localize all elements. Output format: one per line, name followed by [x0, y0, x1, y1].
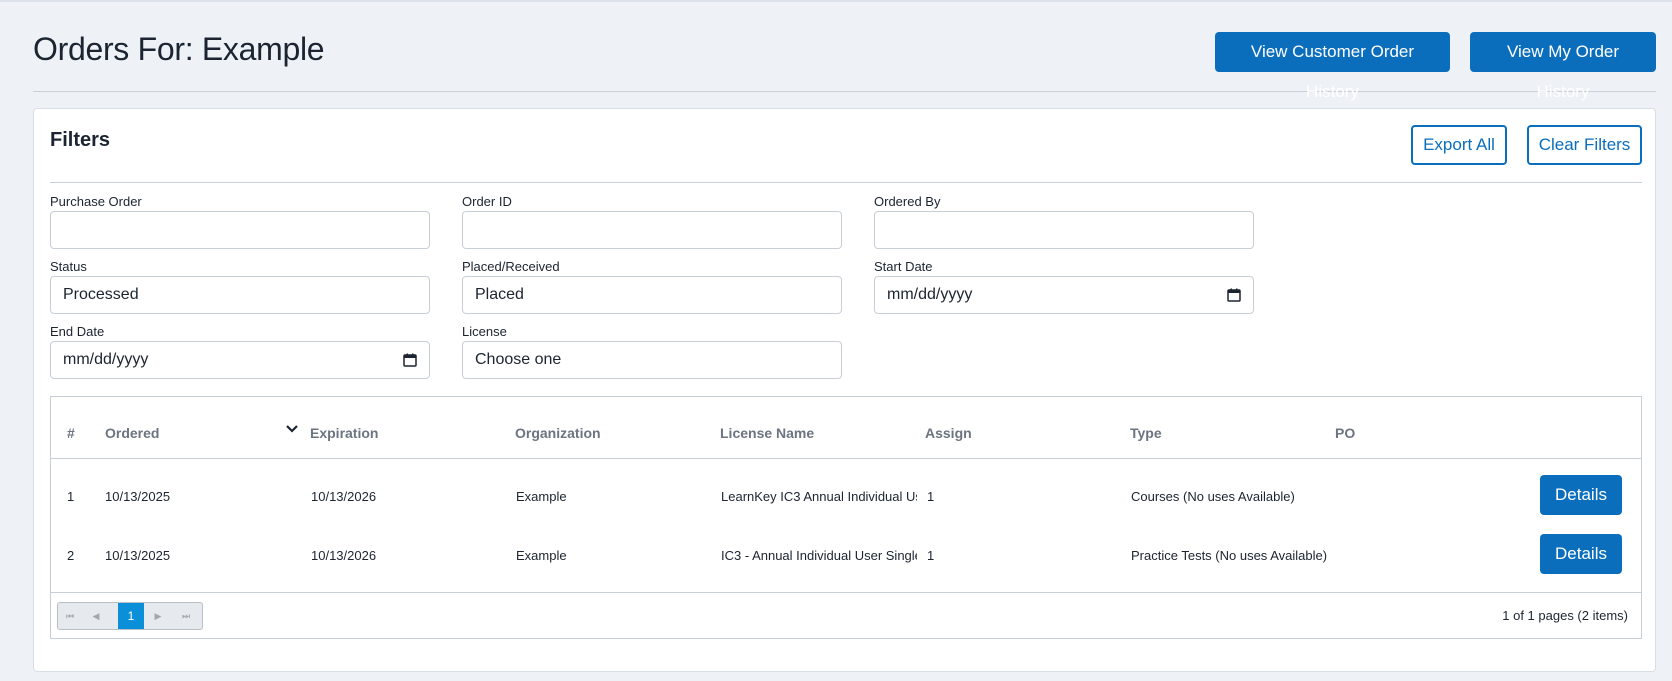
column-header-ordered[interactable]: Ordered	[105, 425, 159, 441]
last-page-icon[interactable]: ⏭	[174, 603, 198, 629]
order-id-label: Order ID	[462, 194, 512, 209]
placed-received-label: Placed/Received	[462, 259, 560, 274]
end-date-label: End Date	[50, 324, 105, 339]
page-number-current[interactable]: 1	[118, 603, 144, 629]
grid-footer: ⏮ ◀ 1 ▶ ⏭ 1 of 1 pages (2 items)	[51, 592, 1641, 638]
placed-received-select[interactable]: Placed	[462, 276, 842, 314]
next-page-icon[interactable]: ▶	[146, 603, 170, 629]
start-date-input[interactable]: mm/dd/yyyy	[874, 276, 1254, 314]
column-header-organization[interactable]: Organization	[515, 425, 601, 441]
status-label: Status	[50, 259, 87, 274]
license-value: Choose one	[475, 351, 562, 368]
filters-title: Filters	[50, 129, 111, 151]
status-value: Processed	[63, 286, 139, 303]
cell-license-name: IC3 - Annual Individual User Single	[721, 548, 917, 563]
cell-ordered: 10/13/2025	[105, 548, 171, 563]
license-select[interactable]: Choose one	[462, 341, 842, 379]
cell-license-name: LearnKey IC3 Annual Individual User Sing…	[721, 489, 917, 504]
first-page-icon[interactable]: ⏮	[58, 603, 82, 629]
grid-header: # Ordered Expiration Organization Licens…	[51, 397, 1641, 459]
cell-type: Practice Tests (No uses Available)	[1131, 548, 1328, 563]
column-header-license-name[interactable]: License Name	[720, 425, 814, 441]
ordered-by-input[interactable]	[874, 211, 1254, 249]
sort-descending-icon[interactable]	[285, 423, 299, 435]
calendar-icon[interactable]	[403, 353, 417, 367]
top-strip	[0, 0, 1672, 2]
order-id-input[interactable]	[462, 211, 842, 249]
pager: ⏮ ◀ 1 ▶ ⏭	[57, 602, 203, 630]
cell-assign: 1	[927, 548, 935, 563]
purchase-order-label: Purchase Order	[50, 194, 142, 209]
clear-filters-button[interactable]: Clear Filters	[1527, 125, 1642, 165]
cell-expiration: 10/13/2026	[311, 548, 377, 563]
cell-organization: Example	[516, 489, 567, 504]
purchase-order-input[interactable]	[50, 211, 430, 249]
ordered-by-label: Ordered By	[874, 194, 941, 209]
export-all-button[interactable]: Export All	[1411, 125, 1507, 165]
filters-card: Filters Export All Clear Filters Purchas…	[33, 108, 1656, 672]
column-header-expiration[interactable]: Expiration	[310, 425, 378, 441]
license-label: License	[462, 324, 507, 339]
start-date-label: Start Date	[874, 259, 933, 274]
cell-expiration: 10/13/2026	[311, 489, 377, 504]
details-button[interactable]: Details	[1540, 475, 1622, 515]
table-row: 1 10/13/2025 10/13/2026 Example LearnKey…	[51, 459, 1641, 517]
cell-ordered: 10/13/2025	[105, 489, 171, 504]
cell-type: Courses (No uses Available)	[1131, 489, 1295, 504]
cell-organization: Example	[516, 548, 567, 563]
prev-page-icon[interactable]: ◀	[84, 603, 108, 629]
status-select[interactable]: Processed	[50, 276, 430, 314]
table-row: 2 10/13/2025 10/13/2026 Example IC3 - An…	[51, 518, 1641, 576]
column-header-po[interactable]: PO	[1335, 425, 1355, 441]
pager-info: 1 of 1 pages (2 items)	[1502, 608, 1628, 623]
page-header: Orders For: Example View Customer Order …	[33, 28, 1656, 101]
page-title: Orders For: Example	[33, 31, 325, 67]
start-date-value: mm/dd/yyyy	[887, 286, 973, 303]
column-header-number[interactable]: #	[67, 425, 75, 441]
calendar-icon[interactable]	[1227, 288, 1241, 302]
orders-grid: # Ordered Expiration Organization Licens…	[50, 396, 1642, 639]
end-date-value: mm/dd/yyyy	[63, 351, 149, 368]
end-date-input[interactable]: mm/dd/yyyy	[50, 341, 430, 379]
filters-divider	[50, 182, 1642, 183]
cell-assign: 1	[927, 489, 935, 504]
column-header-assign[interactable]: Assign	[925, 425, 972, 441]
details-button[interactable]: Details	[1540, 534, 1622, 574]
view-my-order-history-button[interactable]: View My Order History	[1470, 32, 1656, 101]
cell-number: 2	[67, 548, 75, 563]
view-customer-order-history-button[interactable]: View Customer Order History	[1215, 32, 1450, 101]
placed-received-value: Placed	[475, 286, 524, 303]
cell-number: 1	[67, 489, 75, 504]
column-header-type[interactable]: Type	[1130, 425, 1162, 441]
